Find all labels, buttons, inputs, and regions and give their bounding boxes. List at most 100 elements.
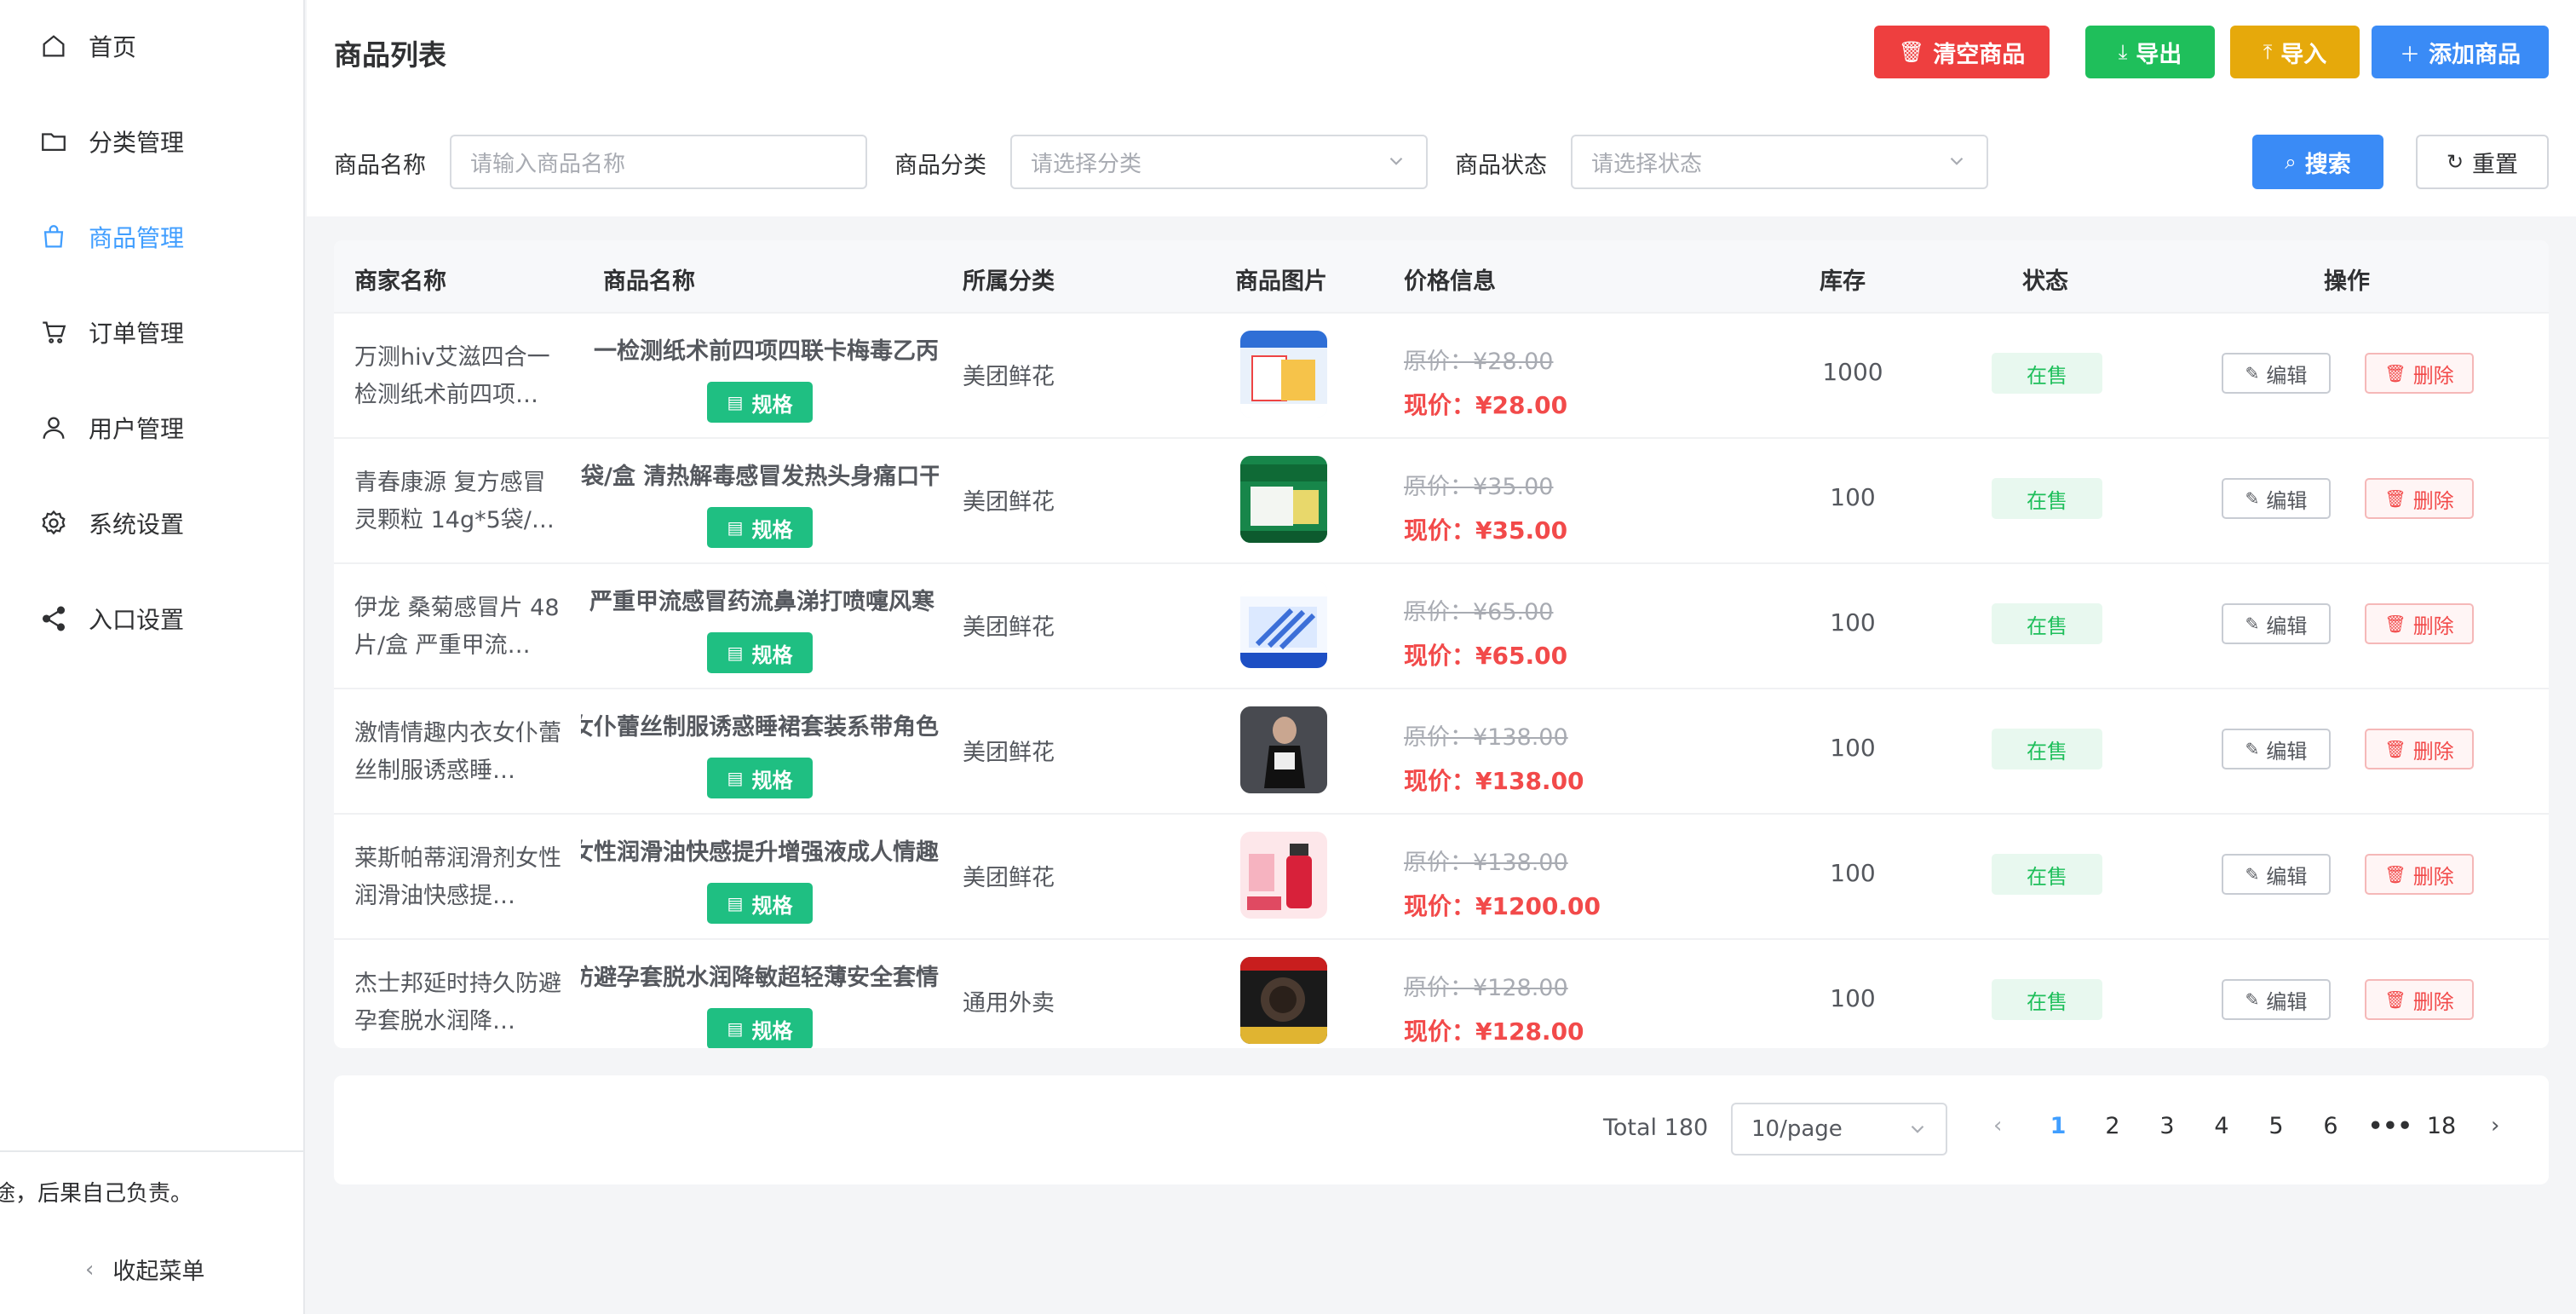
merchant-name: 万测hiv艾滋四合一检测纸术前四项…: [354, 344, 550, 408]
status-select[interactable]: 请选择状态: [1571, 135, 1988, 189]
sidebar-item-label: 入口设置: [89, 606, 185, 634]
spec-button[interactable]: ▤ 规格: [707, 1008, 813, 1048]
spec-button[interactable]: ▤ 规格: [707, 883, 813, 924]
delete-button[interactable]: 🗑 删除: [2365, 603, 2474, 644]
product-image[interactable]: [1240, 456, 1327, 543]
chevron-down-icon: [1911, 1125, 1924, 1133]
import-button[interactable]: ⤒ 导入: [2230, 26, 2360, 78]
edit-button[interactable]: ✎ 编辑: [2222, 603, 2331, 644]
search-icon: ⌕: [2285, 150, 2297, 174]
page-number[interactable]: 6: [2314, 1113, 2348, 1139]
trash-icon: 🗑: [1898, 40, 1925, 64]
original-price: 原价：¥28.00: [1404, 349, 1554, 375]
next-page-button[interactable]: ›: [2491, 1113, 2499, 1138]
reset-button[interactable]: ↻ 重置: [2416, 135, 2549, 189]
sidebar-item-label: 首页: [89, 33, 137, 61]
search-button[interactable]: ⌕ 搜索: [2252, 135, 2383, 189]
pagination: Total 180 10/page ‹ 1 2 3 4 5 6 ••• 18 ›: [334, 1075, 2549, 1184]
total-count: Total 180: [1603, 1115, 1709, 1141]
folder-icon: [39, 127, 68, 156]
category-cell: 美团鲜花: [963, 740, 1055, 766]
table-row: 杰士邦延时持久防避孕套脱水润降… 防避孕套脱水润降敏超轻薄安全套情 ▤ 规格 通用…: [334, 938, 2549, 1048]
status-badge: 在售: [1992, 729, 2102, 769]
column-header: 价格信息: [1404, 268, 1496, 295]
spec-button[interactable]: ▤ 规格: [707, 758, 813, 798]
share-icon: [39, 604, 68, 633]
product-image[interactable]: [1240, 706, 1327, 793]
spec-button[interactable]: ▤ 规格: [707, 507, 813, 548]
delete-button[interactable]: 🗑 删除: [2365, 478, 2474, 519]
sidebar-item-home[interactable]: 首页: [39, 20, 286, 72]
status-badge: 在售: [1992, 353, 2102, 394]
delete-button[interactable]: 🗑 删除: [2365, 729, 2474, 769]
edit-icon: ✎: [2245, 864, 2260, 885]
product-image[interactable]: [1240, 581, 1327, 668]
sidebar-item-users[interactable]: 用户管理: [39, 402, 286, 453]
page-header: 商品列表 🗑 清空商品 ⤓ 导出 ⤒ 导入 ＋ 添加商品 商品名称 请输入商品名…: [307, 0, 2576, 216]
product-name-input[interactable]: 请输入商品名称: [450, 135, 867, 189]
table-row: 万测hiv艾滋四合一检测纸术前四项… 一检测纸术前四项四联卡梅毒乙丙 ▤ 规格 美…: [334, 312, 2549, 437]
more-pages-icon[interactable]: •••: [2368, 1113, 2412, 1139]
stock-cell: 100: [1830, 984, 1876, 1012]
sidebar-item-category[interactable]: 分类管理: [39, 116, 286, 167]
sidebar-item-settings[interactable]: 系统设置: [39, 498, 286, 549]
page-size-select[interactable]: 10/page: [1731, 1103, 1947, 1156]
trash-icon: 🗑: [2384, 614, 2406, 634]
merchant-name: 莱斯帕蒂润滑剂女性润滑油快感提…: [354, 845, 561, 909]
edit-icon: ✎: [2245, 488, 2260, 509]
sidebar-item-entry[interactable]: 入口设置: [39, 593, 286, 644]
document-icon: ▤: [727, 643, 744, 663]
page-number[interactable]: 18: [2424, 1113, 2458, 1139]
table-row: 激情情趣内衣女仆蕾丝制服诱惑睡… 女仆蕾丝制服诱惑睡裙套装系带角色 ▤ 规格 美团…: [334, 688, 2549, 813]
edit-button[interactable]: ✎ 编辑: [2222, 979, 2331, 1020]
stock-cell: 100: [1830, 859, 1876, 887]
chevron-left-icon: ‹: [85, 1256, 95, 1282]
spec-button[interactable]: ▤ 规格: [707, 382, 813, 423]
clear-products-button[interactable]: 🗑 清空商品: [1874, 26, 2050, 78]
sidebar-divider: [0, 1150, 305, 1152]
status-badge: 在售: [1992, 603, 2102, 644]
edit-button[interactable]: ✎ 编辑: [2222, 854, 2331, 895]
edit-button[interactable]: ✎ 编辑: [2222, 729, 2331, 769]
sidebar-item-label: 分类管理: [89, 129, 185, 157]
add-product-button[interactable]: ＋ 添加商品: [2372, 26, 2549, 78]
status-badge: 在售: [1992, 854, 2102, 895]
upload-icon: ⤒: [2263, 40, 2273, 64]
status-label: 商品状态: [1455, 153, 1547, 179]
plus-icon: ＋: [2400, 42, 2420, 66]
product-image[interactable]: [1240, 957, 1327, 1044]
sidebar-item-orders[interactable]: 订单管理: [39, 307, 286, 358]
product-name: 女性润滑油快感提升增强液成人情趣: [581, 839, 939, 866]
edit-icon: ✎: [2245, 739, 2260, 759]
category-select[interactable]: 请选择分类: [1010, 135, 1428, 189]
spec-button[interactable]: ▤ 规格: [707, 632, 813, 673]
page-number[interactable]: 5: [2259, 1113, 2293, 1139]
page-number[interactable]: 1: [2041, 1113, 2075, 1139]
page-number[interactable]: 4: [2205, 1113, 2239, 1139]
column-header: 状态: [2022, 268, 2068, 295]
prev-page-button[interactable]: ‹: [1993, 1113, 2002, 1138]
sidebar-item-products[interactable]: 商品管理: [39, 211, 286, 262]
chevron-down-icon: [1950, 157, 1964, 165]
original-price: 原价：¥35.00: [1404, 474, 1554, 500]
edit-button[interactable]: ✎ 编辑: [2222, 353, 2331, 394]
edit-button[interactable]: ✎ 编辑: [2222, 478, 2331, 519]
edit-icon: ✎: [2245, 614, 2260, 634]
home-icon: [39, 32, 68, 61]
product-image[interactable]: [1240, 331, 1327, 418]
document-icon: ▤: [727, 392, 744, 412]
delete-button[interactable]: 🗑 删除: [2365, 854, 2474, 895]
page-number[interactable]: 3: [2150, 1113, 2184, 1139]
export-button[interactable]: ⤓ 导出: [2085, 26, 2215, 78]
product-image[interactable]: [1240, 832, 1327, 919]
original-price: 原价：¥128.00: [1404, 975, 1568, 1001]
trash-icon: 🗑: [2384, 864, 2406, 885]
sidebar: 首页 分类管理 商品管理 订单管理 用户管理 系统设置 入口设置 途，后果自己负…: [0, 0, 305, 1314]
chevron-down-icon: [1389, 157, 1403, 165]
delete-button[interactable]: 🗑 删除: [2365, 353, 2474, 394]
collapse-menu-button[interactable]: ‹ 收起菜单: [85, 1253, 204, 1286]
merchant-name: 青春康源 复方感冒灵颗粒 14g*5袋/…: [354, 470, 555, 533]
page-number[interactable]: 2: [2096, 1113, 2130, 1139]
delete-button[interactable]: 🗑 删除: [2365, 979, 2474, 1020]
category-cell: 美团鲜花: [963, 364, 1055, 390]
